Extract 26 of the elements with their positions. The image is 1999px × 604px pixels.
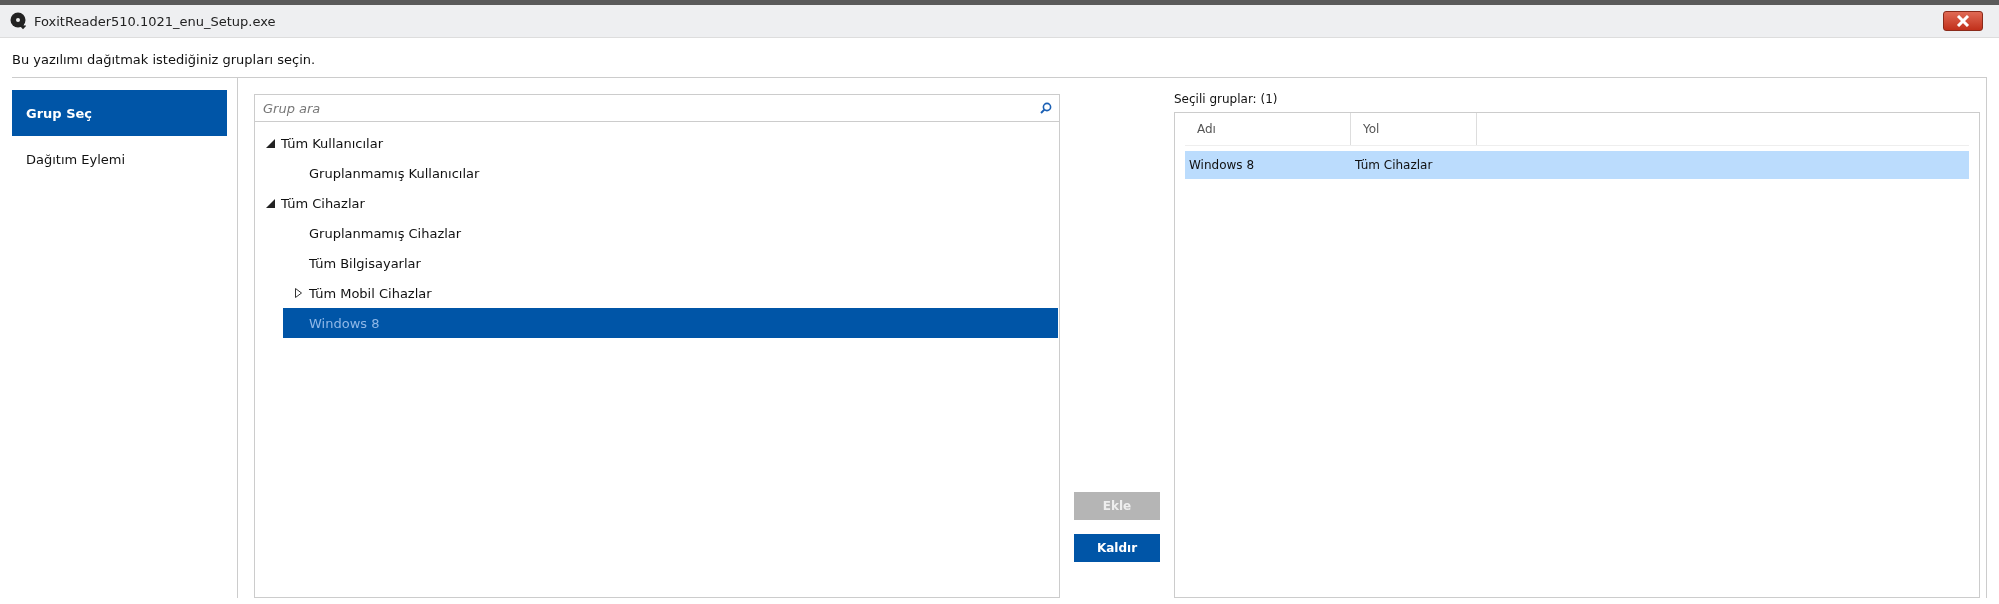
tree-item[interactable]: Tüm Bilgisayarlar [283, 248, 1058, 278]
search-field[interactable]: Grup ara [254, 94, 1060, 122]
sidebar-item[interactable]: Grup Seç [12, 90, 227, 136]
sidebar-item[interactable]: Dağıtım Eylemi [12, 136, 227, 182]
tree-item[interactable]: Tüm Mobil Cihazlar [283, 278, 1058, 308]
close-button[interactable] [1943, 11, 1983, 31]
instruction-text: Bu yazılımı dağıtmak istediğiniz grupları seçin. [11, 51, 317, 69]
collapsed-arrow-icon[interactable] [294, 288, 302, 298]
remove-button[interactable]: Kaldır [1074, 534, 1160, 562]
table-cell-text: Tüm Cihazlar [1354, 158, 1434, 172]
selected-groups-label: Seçili gruplar: (1) [1174, 92, 1279, 106]
tree-item[interactable]: Windows 8 [283, 308, 1058, 338]
search-icon[interactable] [1040, 102, 1052, 114]
disc-download-icon [10, 12, 28, 30]
tree-item[interactable]: Gruplanmamış Cihazlar [283, 218, 1058, 248]
column-header[interactable]: Adı [1185, 113, 1351, 145]
expanded-arrow-icon[interactable] [265, 138, 275, 148]
column-header[interactable]: Yol [1351, 113, 1477, 145]
tree-item[interactable]: Tüm Kullanıcılar [255, 128, 1058, 158]
close-icon[interactable] [1956, 15, 1970, 27]
table-cell-text: Windows 8 [1188, 158, 1255, 172]
expanded-arrow-icon[interactable] [265, 198, 275, 208]
window-title: FoxitReader510.1021_enu_Setup.exe [34, 13, 277, 29]
table-row[interactable]: Windows 8 Tüm Cihazlar [1185, 151, 1969, 179]
tree-item[interactable]: Tüm Cihazlar [255, 188, 1058, 218]
tree-item[interactable]: Gruplanmamış Kullanıcılar [283, 158, 1058, 188]
